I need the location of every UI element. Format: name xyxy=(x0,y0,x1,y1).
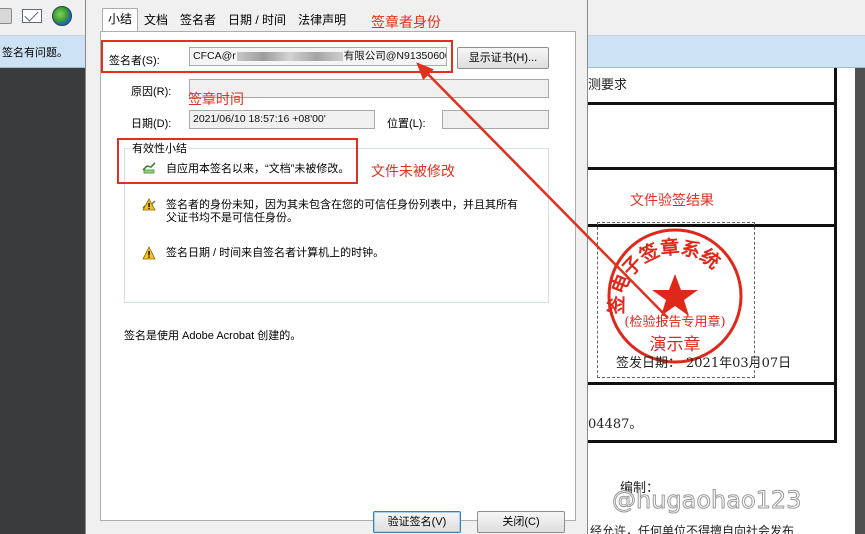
close-button[interactable]: 关闭(C) xyxy=(477,511,565,533)
tab-document[interactable]: 文档 xyxy=(138,10,174,31)
reason-label: 原因(R): xyxy=(131,86,172,98)
watermark: @hugaohao123 xyxy=(611,486,802,515)
navigation-pane xyxy=(0,68,85,534)
signature-status-text: 签名有问题。 xyxy=(2,47,68,59)
created-by-text: 签名是使用 Adobe Acrobat 创建的。 xyxy=(124,330,302,342)
table-border xyxy=(588,167,836,170)
tab-bar: 小结 文档 签名者 日期 / 时间 法律声明 xyxy=(102,8,352,32)
location-label: 位置(L): xyxy=(387,118,426,130)
status-identity-text-line2: 父证书均不是可信任身份。 xyxy=(166,212,298,224)
globe-icon[interactable] xyxy=(52,6,72,26)
app-toolbar xyxy=(0,0,85,36)
document-text: 测要求 xyxy=(588,78,628,93)
seal-middle-text: (检验报告专用章) xyxy=(624,314,725,330)
table-border xyxy=(834,68,837,443)
document-text: 04487。 xyxy=(588,417,643,432)
issue-date-value: 2021年03月07日 xyxy=(686,356,792,371)
svg-text:签电子签章系统: 签电子签章系统 xyxy=(605,235,725,315)
tab-signer[interactable]: 签名者 xyxy=(174,10,222,31)
show-certificate-button[interactable]: 显示证书(H)... xyxy=(457,47,549,69)
seal-top-text: 签电子签章系统 xyxy=(605,235,725,315)
signature-status-bar: 签名有问题。 xyxy=(0,36,85,68)
signer-identity-annotation: 签章者身份 xyxy=(371,14,441,30)
warning-icon xyxy=(142,246,156,260)
signature-properties-dialog: 小结 文档 签名者 日期 / 时间 法律声明 签名者(S): CFCA@r 有限公… xyxy=(85,0,588,534)
status-identity-text-line1: 签名者的身份未知，因为其未包含在您的可信任身份列表中，并且其所有 xyxy=(166,199,518,211)
tab-legal-notice[interactable]: 法律声明 xyxy=(292,10,352,31)
table-border xyxy=(588,440,836,443)
app-toolbar-right xyxy=(588,0,865,36)
status-clock-text: 签名日期 / 时间来自签名者计算机上的时钟。 xyxy=(166,247,385,259)
document-text: 经允许，任何单位不得擅自向社会发布 xyxy=(590,524,795,534)
verify-signature-button[interactable]: 验证签名(V) xyxy=(373,511,461,533)
print-icon[interactable] xyxy=(0,8,12,24)
signing-time-annotation: 签章时间 xyxy=(188,91,244,107)
tab-summary[interactable]: 小结 xyxy=(102,8,139,31)
validity-highlight-box xyxy=(117,138,358,184)
table-border xyxy=(588,102,836,105)
date-label: 日期(D): xyxy=(131,118,172,130)
location-field[interactable] xyxy=(442,110,549,129)
signature-status-bar-right xyxy=(588,36,865,68)
tab-date-time[interactable]: 日期 / 时间 xyxy=(222,10,292,31)
issue-date-label: 签发日期： xyxy=(616,356,682,371)
table-border xyxy=(588,382,836,385)
file-unmodified-annotation: 文件未被修改 xyxy=(371,163,455,179)
date-field[interactable]: 2021/06/10 18:57:16 +08'00' xyxy=(189,110,375,129)
verification-result-annotation: 文件验签结果 xyxy=(630,192,714,208)
email-icon[interactable] xyxy=(22,9,42,23)
document-page-edge xyxy=(855,68,865,534)
unknown-identity-icon xyxy=(142,198,156,211)
signer-highlight-box xyxy=(101,40,453,73)
